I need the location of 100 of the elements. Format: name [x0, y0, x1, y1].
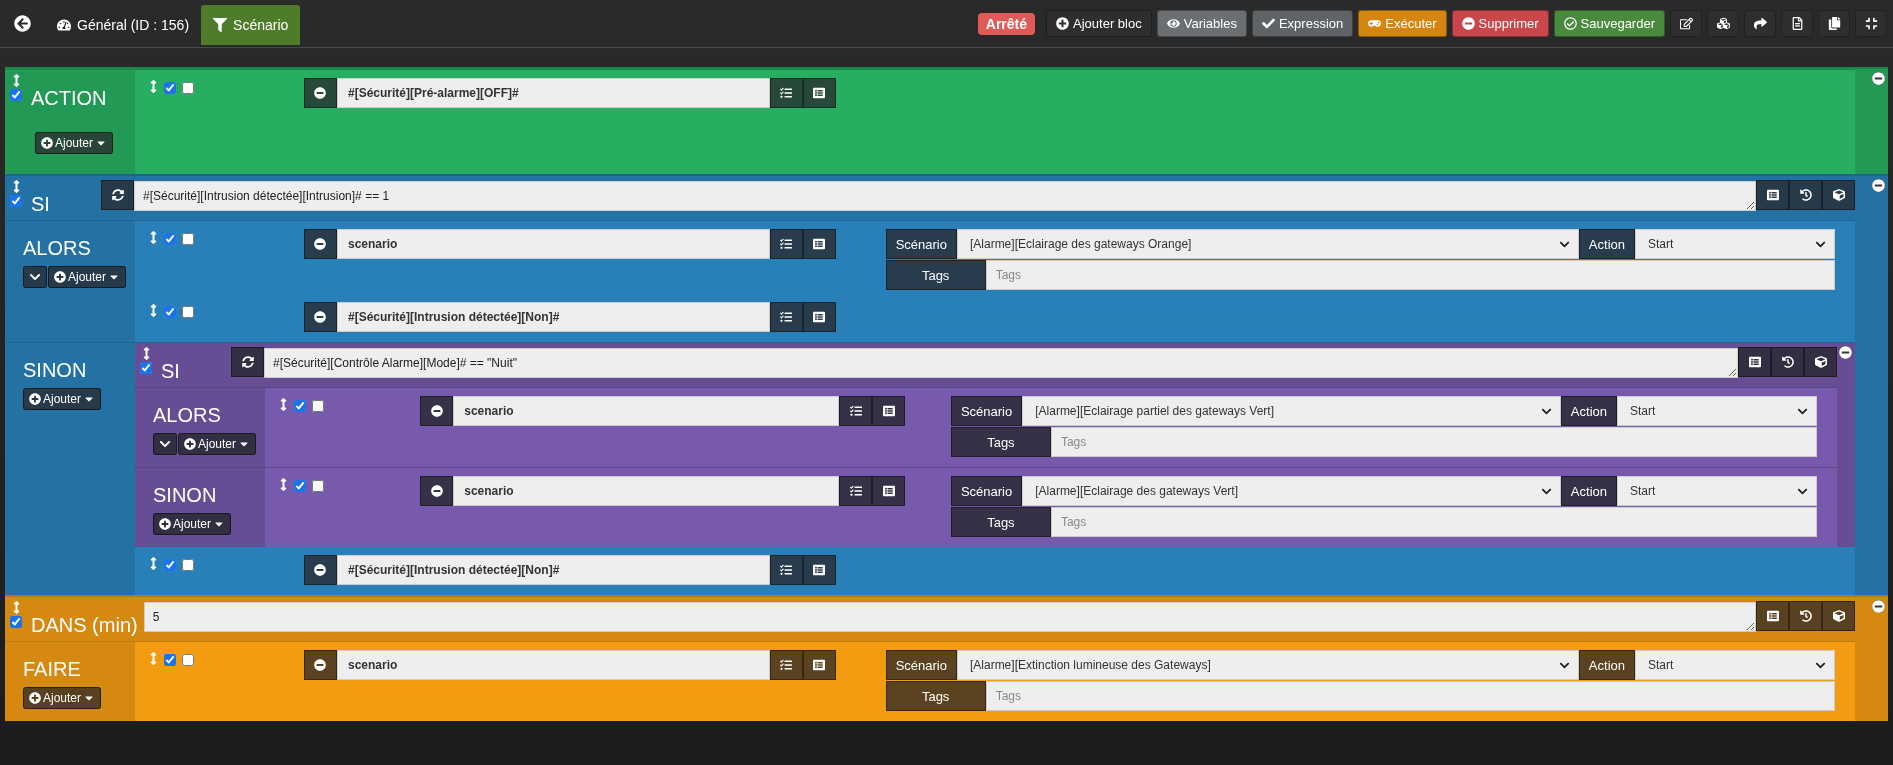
command-field[interactable]: scenario [336, 229, 770, 259]
tab[interactable]: Général (ID : 156) [45, 4, 202, 45]
action-select[interactable]: Start [1635, 650, 1835, 680]
remove-button[interactable] [303, 78, 337, 108]
list-button[interactable] [1756, 180, 1789, 210]
collapse-button[interactable] [23, 266, 47, 288]
remove-block-icon[interactable] [1872, 600, 1885, 613]
block-checkbox[interactable] [10, 195, 22, 207]
enable-checkbox[interactable] [294, 400, 306, 412]
list-button[interactable] [802, 229, 836, 259]
history-button[interactable] [1789, 601, 1822, 631]
enable-checkbox[interactable] [164, 654, 176, 666]
remove-button[interactable] [420, 396, 454, 426]
list-button[interactable] [872, 396, 906, 426]
remove-button[interactable] [420, 476, 454, 506]
parallel-checkbox[interactable] [182, 559, 194, 571]
remove-block-icon[interactable] [1872, 72, 1885, 85]
options-button[interactable] [769, 78, 803, 108]
refresh-button[interactable] [101, 180, 134, 210]
parallel-checkbox[interactable] [312, 400, 324, 412]
minus-icon [430, 485, 443, 497]
remove-block-icon[interactable] [1872, 179, 1885, 192]
add-dropdown-button[interactable]: Ajouter [48, 266, 127, 288]
compress-button[interactable] [1855, 10, 1887, 37]
condition-field[interactable]: #[Sécurité][Contrôle Alarme][Mode]# == "Nuit" [264, 348, 1738, 378]
action-select[interactable]: Start [1617, 476, 1817, 506]
add-dropdown-button[interactable]: Ajouter [23, 687, 102, 709]
add-dropdown-button[interactable]: Ajouter [178, 433, 257, 455]
enable-checkbox[interactable] [294, 480, 306, 492]
toolbar-button[interactable]: Variables [1156, 10, 1247, 37]
parallel-checkbox[interactable] [182, 306, 194, 318]
options-button[interactable] [839, 396, 873, 426]
scenario-select[interactable]: [Alarme][Extinction lumineuse des Gateways] [956, 650, 1579, 680]
tags-field[interactable]: Tags [985, 260, 1835, 290]
tab[interactable]: Scénario [201, 4, 301, 45]
collapse-button[interactable] [153, 433, 177, 455]
scenario-select[interactable]: [Alarme][Eclairage partiel des gateways Vert] [1022, 396, 1561, 426]
tags-field[interactable]: Tags [985, 681, 1835, 711]
command-field[interactable]: #[Sécurité][Intrusion détectée][Non]# [336, 555, 770, 585]
remove-button[interactable] [303, 650, 337, 680]
options-button[interactable] [769, 650, 803, 680]
remove-button[interactable] [303, 229, 337, 259]
enable-checkbox[interactable] [164, 559, 176, 571]
refresh-button[interactable] [231, 347, 264, 377]
history-button[interactable] [1771, 347, 1804, 377]
block-checkbox[interactable] [10, 616, 22, 628]
list-button[interactable] [802, 555, 836, 585]
cube-button[interactable] [1804, 347, 1837, 377]
scenario-select[interactable]: [Alarme][Eclairage des gateways Vert] [1022, 476, 1561, 506]
add-dropdown-button[interactable]: Ajouter [35, 132, 114, 154]
parallel-checkbox[interactable] [182, 82, 194, 94]
list-button[interactable] [802, 650, 836, 680]
list-button[interactable] [1738, 347, 1771, 377]
enable-checkbox[interactable] [164, 233, 176, 245]
toolbar-button[interactable]: Supprimer [1451, 10, 1549, 37]
options-button[interactable] [769, 555, 803, 585]
cube-button[interactable] [1822, 601, 1855, 631]
parallel-checkbox[interactable] [312, 480, 324, 492]
list-button[interactable] [802, 78, 836, 108]
list-button[interactable] [802, 302, 836, 332]
command-field[interactable]: scenario [453, 476, 840, 506]
command-field[interactable]: scenario [336, 650, 770, 680]
tags-field[interactable]: Tags [1050, 427, 1817, 457]
command-field[interactable]: #[Sécurité][Intrusion détectée][Non]# [336, 302, 770, 332]
add-dropdown-button[interactable]: Ajouter [23, 388, 102, 410]
share-button[interactable] [1744, 10, 1776, 37]
file-button[interactable] [1781, 10, 1813, 37]
list-button[interactable] [872, 476, 906, 506]
block-checkbox[interactable] [10, 89, 22, 101]
remove-block-icon[interactable] [1839, 346, 1852, 359]
parallel-checkbox[interactable] [182, 654, 194, 666]
command-field[interactable]: scenario [453, 396, 840, 426]
remove-button[interactable] [303, 302, 337, 332]
options-button[interactable] [769, 229, 803, 259]
condition-field[interactable]: #[Sécurité][Intrusion détectée][Intrusion]# == 1 [134, 181, 1756, 211]
toolbar-button[interactable]: Expression [1251, 10, 1354, 37]
toolbar-button[interactable]: Ajouter bloc [1046, 10, 1152, 37]
tags-field[interactable]: Tags [1050, 507, 1817, 537]
enable-checkbox[interactable] [164, 82, 176, 94]
cube-button[interactable] [1822, 180, 1855, 210]
copy-button[interactable] [1818, 10, 1850, 37]
command-field[interactable]: #[Sécurité][Pré-alarme][OFF]# [336, 78, 770, 108]
scenario-select[interactable]: [Alarme][Eclairage des gateways Orange] [956, 229, 1579, 259]
add-dropdown-button[interactable]: Ajouter [153, 513, 232, 535]
block-checkbox[interactable] [140, 362, 152, 374]
enable-checkbox[interactable] [164, 306, 176, 318]
toolbar-button[interactable]: Sauvegarder [1553, 10, 1665, 37]
options-button[interactable] [769, 302, 803, 332]
action-select[interactable]: Start [1635, 229, 1835, 259]
cubes-button[interactable] [1707, 10, 1739, 37]
options-button[interactable] [839, 476, 873, 506]
parallel-checkbox[interactable] [182, 233, 194, 245]
condition-field[interactable]: 5 [143, 602, 1756, 632]
history-button[interactable] [1789, 180, 1822, 210]
history-icon [1799, 610, 1812, 622]
list-button[interactable] [1756, 601, 1789, 631]
remove-button[interactable] [303, 555, 337, 585]
action-select[interactable]: Start [1617, 396, 1817, 426]
plus-icon [29, 692, 41, 704]
edit-button[interactable] [1670, 10, 1702, 37]
